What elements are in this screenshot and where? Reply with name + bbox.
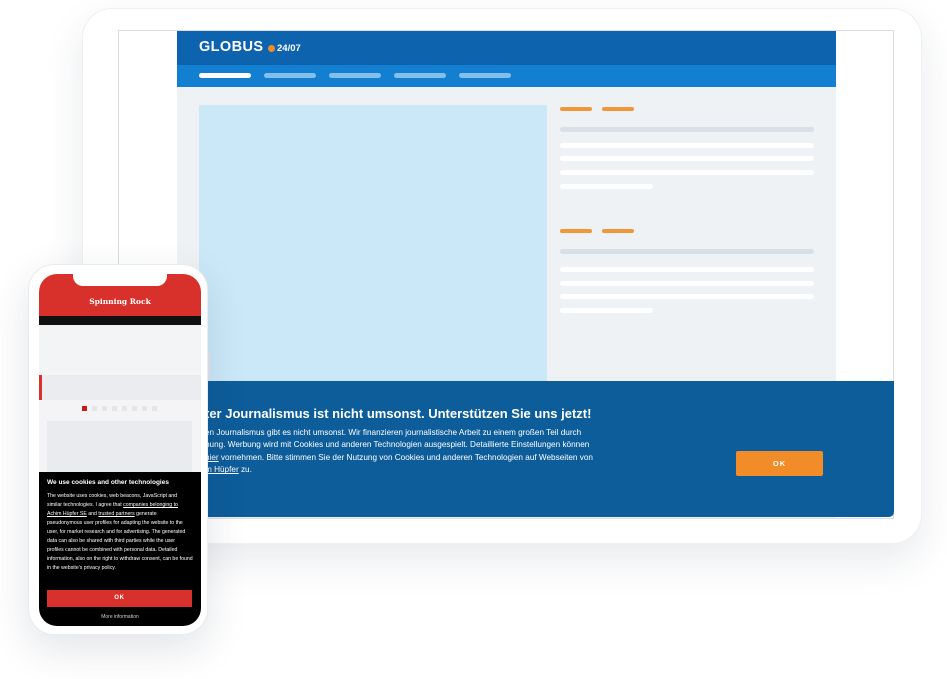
carousel-dot[interactable] (82, 406, 87, 411)
article-tag (602, 229, 634, 233)
article-headline-placeholder (560, 127, 814, 132)
consent-banner: ter Journalismus ist nicht umsonst. Unte… (200, 381, 894, 517)
header-date: 24/07 (277, 43, 301, 54)
article-tag (560, 107, 592, 111)
banner-text-line: en Journalismus gibt es nicht umsonst. W… (205, 428, 582, 437)
consent-ok-button[interactable]: OK (47, 590, 192, 607)
article-text-placeholder (560, 156, 814, 161)
carousel-dot[interactable] (102, 406, 107, 411)
nav-item-4[interactable] (394, 73, 446, 78)
phone-site-title[interactable]: Spinning Rock (39, 297, 201, 306)
hero-image-placeholder[interactable] (199, 105, 547, 405)
consent-text-part: generate pseudonymous user profiles for … (47, 510, 193, 571)
phone-content-block[interactable] (39, 375, 201, 400)
article-text-placeholder (560, 184, 653, 189)
article-text-placeholder (560, 294, 814, 299)
cookie-consent-dialog: We use cookies and other technologies Th… (39, 472, 201, 626)
nav-item-2[interactable] (264, 73, 316, 78)
article-text-placeholder (560, 281, 814, 286)
consent-text-part: and (86, 510, 99, 517)
nav-item-3[interactable] (329, 73, 381, 78)
banner-ok-button[interactable]: OK (736, 451, 823, 476)
carousel-dot[interactable] (92, 406, 97, 411)
carousel-dot[interactable] (142, 406, 147, 411)
consent-title: We use cookies and other technologies (47, 479, 169, 486)
article-headline-placeholder (560, 249, 814, 254)
consent-text: The website uses cookies, web beacons, J… (47, 492, 193, 573)
phone-content-block[interactable] (39, 325, 201, 372)
banner-text-line: bung. Werbung wird mit Cookies und ander… (205, 440, 590, 450)
publisher-link[interactable]: m Hüpfer (205, 465, 239, 474)
banner-title: ter Journalismus ist nicht umsonst. Unte… (205, 406, 592, 421)
more-information-link[interactable]: More information (39, 614, 201, 620)
carousel-dot[interactable] (112, 406, 117, 411)
site-nav (177, 65, 836, 87)
article-tag (560, 229, 592, 233)
banner-text-line: zu. (238, 465, 252, 475)
carousel-dot[interactable] (132, 406, 137, 411)
site-header: GLOBUS 24/07 (177, 31, 836, 65)
live-dot-icon (268, 45, 275, 52)
banner-text-line: vornehmen. Bitte stimmen Sie der Nutzung… (218, 452, 593, 462)
article-text-placeholder (560, 143, 814, 148)
phone-nav-bar[interactable] (39, 316, 201, 325)
nav-item-1[interactable] (199, 73, 251, 78)
carousel-dot[interactable] (122, 406, 127, 411)
article-tag (602, 107, 634, 111)
trusted-partners-link[interactable]: trusted partners (98, 511, 134, 517)
article-text-placeholder (560, 170, 814, 175)
phone-notch (73, 274, 167, 286)
phone-screen: Spinning Rock We use cookies and other t… (39, 274, 201, 626)
nav-item-5[interactable] (459, 73, 511, 78)
article-text-placeholder (560, 267, 814, 272)
phone-device: Spinning Rock We use cookies and other t… (28, 264, 208, 635)
phone-active-marker (39, 375, 42, 400)
banner-text: en Journalismus gibt es nicht umsonst. W… (205, 427, 655, 477)
carousel-dot[interactable] (152, 406, 157, 411)
site-logo[interactable]: GLOBUS (199, 39, 263, 55)
article-text-placeholder (560, 308, 653, 313)
